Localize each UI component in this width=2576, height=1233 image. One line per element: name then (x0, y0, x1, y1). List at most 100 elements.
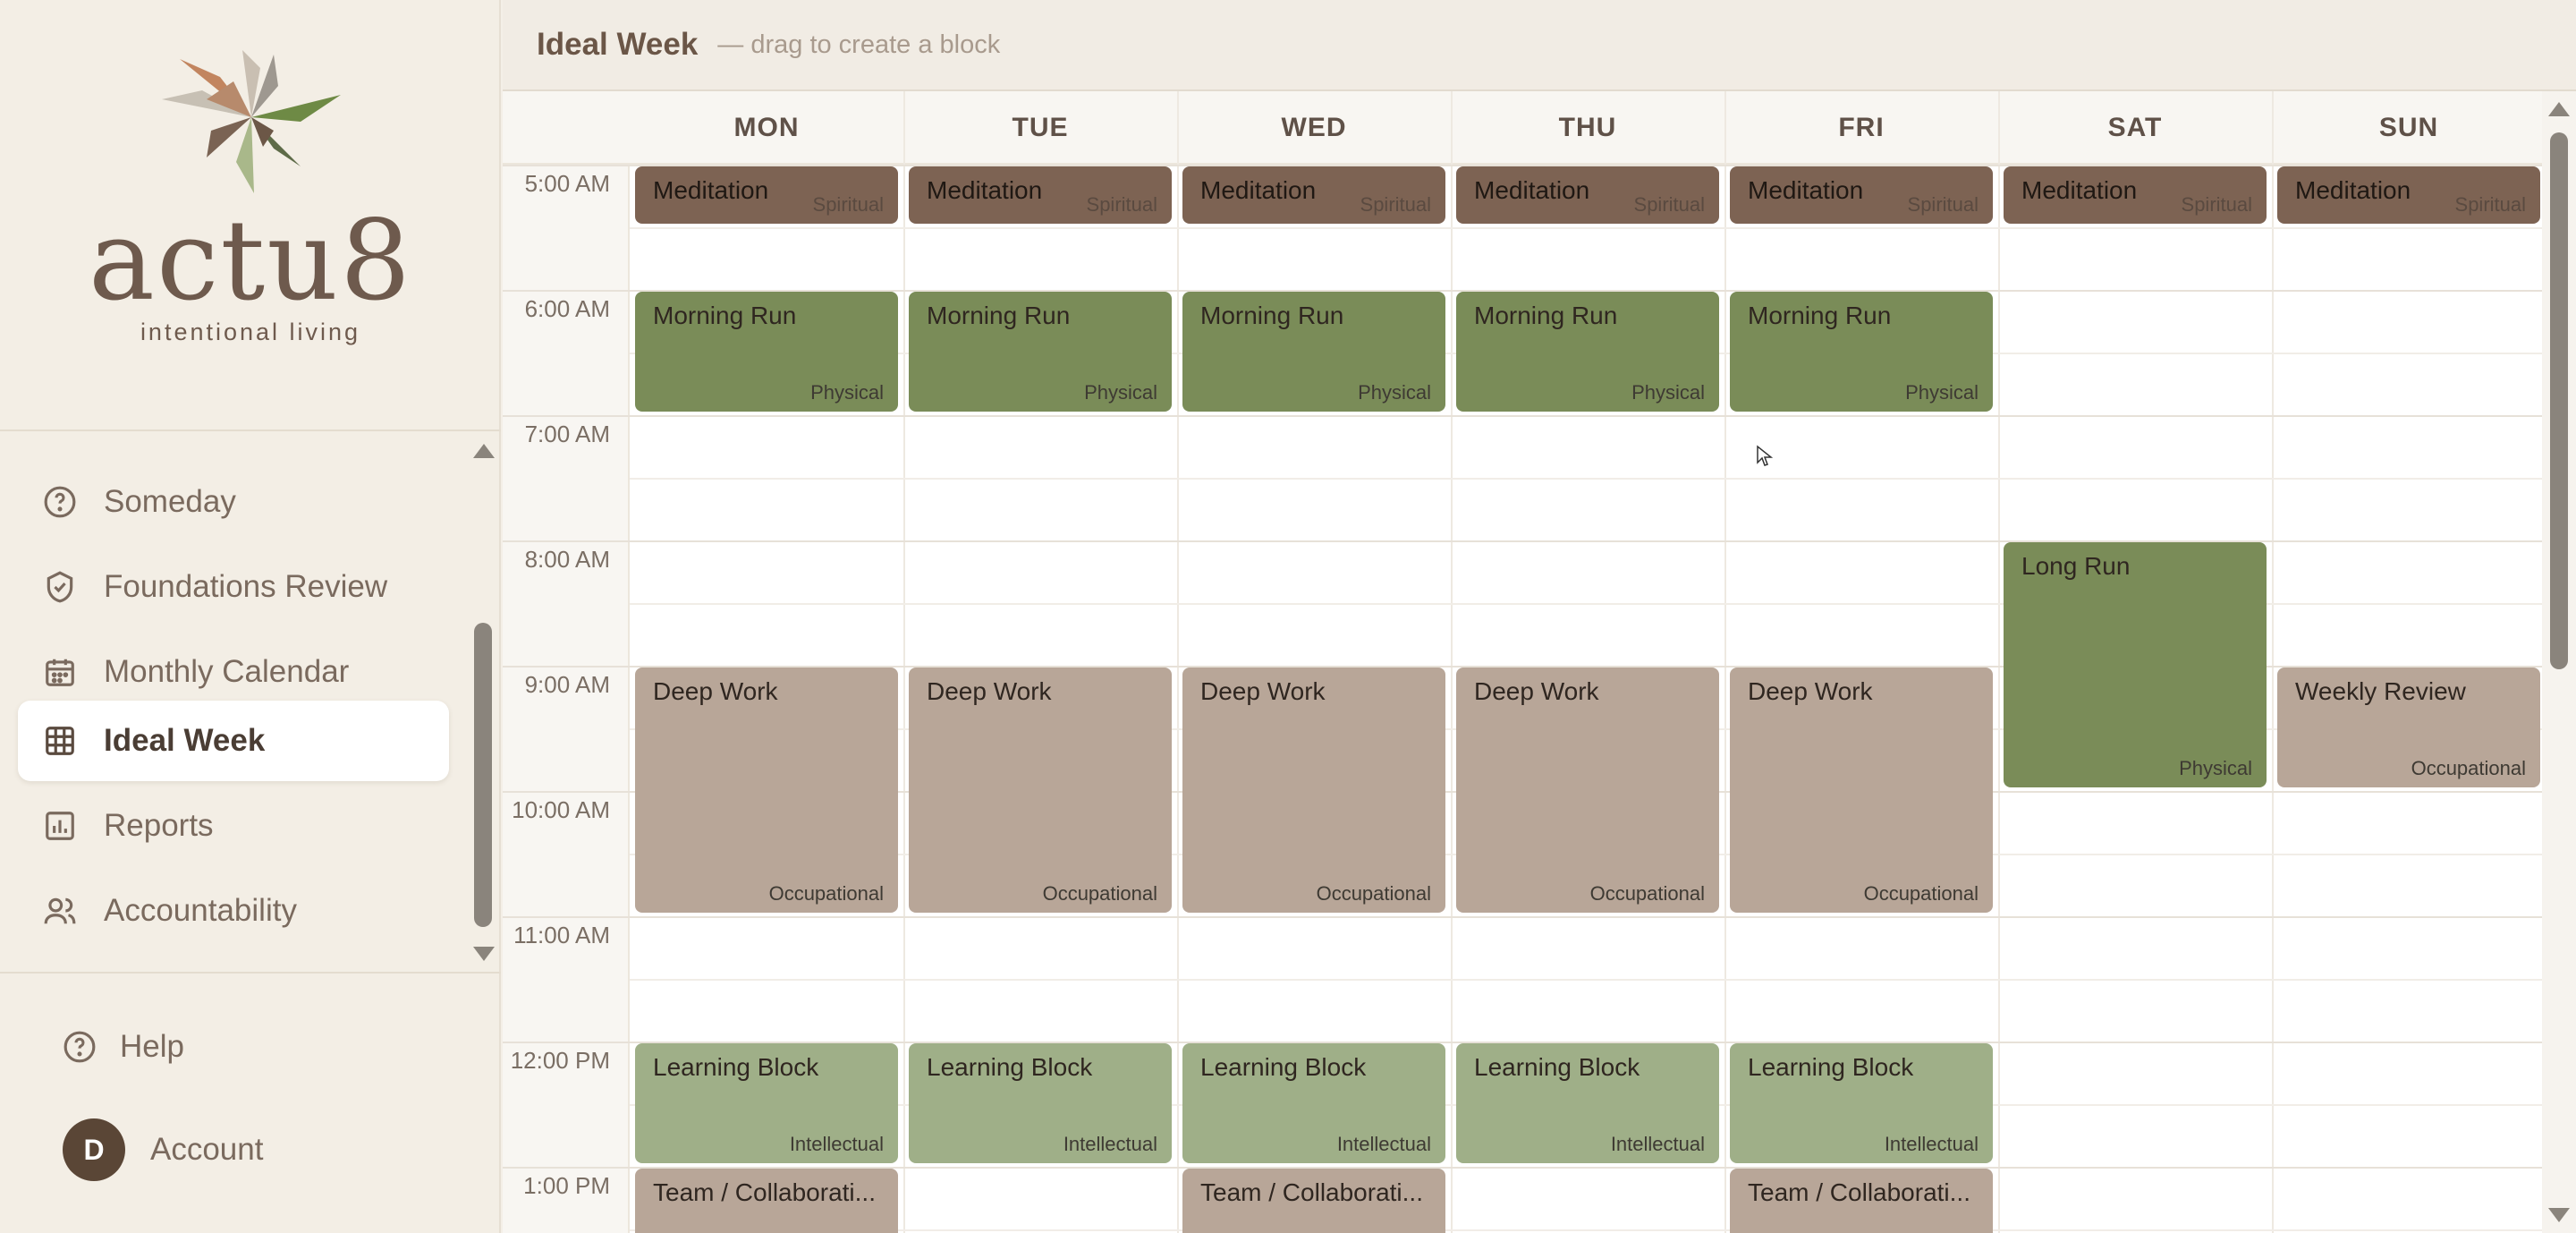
grid-scrollbar[interactable] (2542, 91, 2576, 1233)
time-block[interactable]: Deep Work Occupational (1182, 668, 1445, 913)
block-category: Spiritual (812, 193, 884, 216)
mouse-cursor-icon (1757, 445, 1774, 466)
hour-line (503, 415, 2542, 417)
sidebar-nav: Someday Foundations Review Monthly Calen… (0, 433, 469, 972)
block-category: Spiritual (2454, 193, 2526, 216)
time-block[interactable]: Morning Run Physical (1730, 292, 1993, 412)
brand-tagline: intentional living (140, 319, 361, 345)
sidebar-item-label: Monthly Calendar (104, 654, 350, 689)
time-block[interactable]: Morning Run Physical (909, 292, 1172, 412)
time-block[interactable]: Meditation Spiritual (2277, 166, 2540, 224)
time-block[interactable]: Meditation Spiritual (635, 166, 898, 224)
block-title: Morning Run (927, 302, 1071, 329)
scroll-up-arrow-icon[interactable] (2548, 102, 2570, 116)
time-block[interactable]: Team / Collaborati...Occupational (1730, 1169, 1993, 1233)
block-title: Long Run (2021, 552, 2131, 580)
block-title: Learning Block (653, 1053, 819, 1081)
time-block[interactable]: Meditation Spiritual (2004, 166, 2267, 224)
sidebar-item-ideal-week[interactable]: Ideal Week (18, 701, 449, 781)
block-category: Spiritual (1633, 193, 1705, 216)
week-grid[interactable]: MON TUE WED THU FRI SAT SUN 5:00 AM 6:00 AM 7:00… (503, 91, 2542, 1233)
block-category: Physical (1905, 381, 1979, 404)
time-label: 12:00 PM (510, 1047, 610, 1074)
scroll-down-arrow-icon[interactable] (2548, 1208, 2570, 1222)
block-title: Learning Block (927, 1053, 1093, 1081)
time-block[interactable]: Meditation Spiritual (1730, 166, 1993, 224)
block-title: Deep Work (1200, 677, 1326, 705)
block-category: Spiritual (1360, 193, 1431, 216)
time-block[interactable]: Meditation Spiritual (909, 166, 1172, 224)
time-label: 8:00 AM (524, 546, 610, 573)
time-block[interactable]: Long Run Physical (2004, 542, 2267, 787)
time-block[interactable]: Team / Collaborati...Occupational (1182, 1169, 1445, 1233)
half-hour-line (630, 1229, 2542, 1231)
sidebar-item-accountability[interactable]: Accountability (18, 871, 449, 951)
block-title: Deep Work (1748, 677, 1873, 705)
time-block[interactable]: Learning Block Intellectual (1730, 1043, 1993, 1163)
time-block[interactable]: Team / Collaborati...Occupational (635, 1169, 898, 1233)
sidebar-item-someday[interactable]: Someday (18, 462, 449, 542)
page-title: Ideal Week (537, 27, 699, 62)
time-label: 9:00 AM (524, 671, 610, 698)
scroll-up-arrow-icon[interactable] (473, 444, 495, 458)
scrollbar-thumb[interactable] (474, 623, 492, 927)
time-block[interactable]: Deep Work Occupational (1730, 668, 1993, 913)
block-category: Physical (2179, 757, 2252, 779)
block-category: Physical (1358, 381, 1431, 404)
help-link[interactable]: Help (63, 1029, 184, 1065)
day-header-sat: SAT (2107, 113, 2163, 142)
time-label: 7:00 AM (524, 421, 610, 447)
sidebar-item-foundations-review[interactable]: Foundations Review (18, 547, 449, 627)
account-link[interactable]: D Account (63, 1118, 263, 1181)
time-block[interactable]: Learning Block Intellectual (1182, 1043, 1445, 1163)
day-header-tue: TUE (1012, 113, 1069, 142)
block-title: Morning Run (1748, 302, 1892, 329)
main-area: Ideal Week — drag to create a block MON T… (503, 0, 2576, 1233)
grid-icon (46, 727, 74, 755)
sidebar-item-reports[interactable]: Reports (18, 786, 449, 866)
time-block[interactable]: Meditation Spiritual (1182, 166, 1445, 224)
time-label: 11:00 AM (513, 922, 610, 948)
sidebar-item-label: Accountability (104, 893, 297, 928)
time-block[interactable]: Morning Run Physical (635, 292, 898, 412)
column-divider (1998, 91, 2000, 1233)
time-block[interactable]: Morning Run Physical (1182, 292, 1445, 412)
block-title: Deep Work (1474, 677, 1599, 705)
block-category: Spiritual (1086, 193, 1157, 216)
scrollbar-thumb[interactable] (2550, 132, 2568, 669)
time-block[interactable]: Learning Block Intellectual (635, 1043, 898, 1163)
column-divider (1451, 91, 1453, 1233)
block-category: Physical (1084, 381, 1157, 404)
help-circle-icon (64, 1031, 96, 1063)
scroll-down-arrow-icon[interactable] (473, 947, 495, 961)
time-block[interactable]: Learning Block Intellectual (909, 1043, 1172, 1163)
column-divider (2272, 91, 2274, 1233)
sidebar: actu8 intentional living Someday Foundat… (0, 0, 501, 1233)
half-hour-line (630, 979, 2542, 981)
question-circle-icon (44, 486, 76, 518)
block-title: Learning Block (1474, 1053, 1640, 1081)
hour-line (503, 916, 2542, 918)
time-block[interactable]: Weekly Review Occupational (2277, 668, 2540, 787)
day-header-row: MON TUE WED THU FRI SAT SUN (503, 91, 2542, 165)
time-block[interactable]: Morning Run Physical (1456, 292, 1719, 412)
users-icon (44, 897, 76, 924)
day-header-wed: WED (1281, 113, 1347, 142)
shield-check-icon (47, 571, 73, 603)
time-block[interactable]: Deep Work Occupational (635, 668, 898, 913)
time-block[interactable]: Learning Block Intellectual (1456, 1043, 1719, 1163)
time-block[interactable]: Meditation Spiritual (1456, 166, 1719, 224)
block-category: Intellectual (1884, 1133, 1979, 1155)
block-title: Morning Run (653, 302, 797, 329)
column-divider (1724, 91, 1726, 1233)
block-title: Learning Block (1200, 1053, 1367, 1081)
brand-name: actu8 (89, 197, 412, 326)
time-label: 10:00 AM (512, 796, 610, 823)
time-block[interactable]: Deep Work Occupational (909, 668, 1172, 913)
block-title: Team / Collaborati... (653, 1178, 876, 1206)
time-block[interactable]: Deep Work Occupational (1456, 668, 1719, 913)
block-title: Deep Work (653, 677, 778, 705)
time-column: 5:00 AM 6:00 AM 7:00 AM 8:00 AM 9:00 AM 10:00… (503, 165, 630, 1233)
day-header-sun: SUN (2378, 113, 2439, 142)
sidebar-scrollbar[interactable] (469, 433, 501, 972)
